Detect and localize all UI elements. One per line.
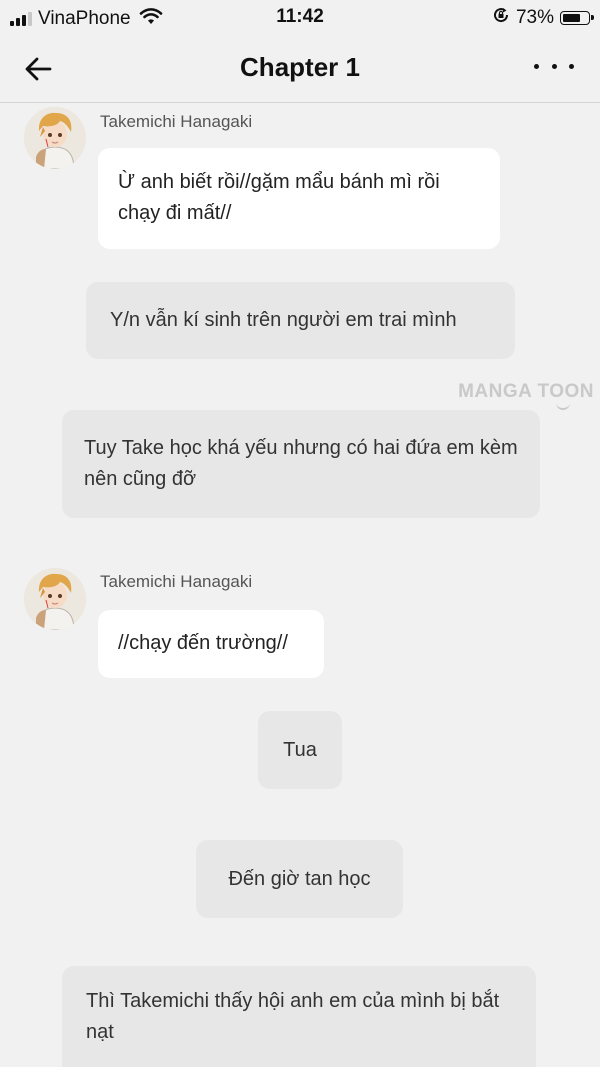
avatar[interactable] bbox=[24, 107, 86, 169]
status-bar: VinaPhone 11:42 73% bbox=[0, 0, 600, 34]
status-right: 73% bbox=[492, 6, 594, 29]
narration-bubble: Y/n vẫn kí sinh trên người em trai mình bbox=[86, 282, 515, 359]
orientation-lock-icon bbox=[492, 6, 510, 29]
sender-name: Takemichi Hanagaki bbox=[100, 572, 253, 591]
narration-bubble: Thì Takemichi thấy hội anh em của mình b… bbox=[62, 966, 536, 1067]
battery-icon bbox=[560, 10, 594, 25]
message-bubble: //chạy đến trường// bbox=[98, 610, 324, 678]
watermark-smile bbox=[556, 402, 570, 410]
avatar[interactable] bbox=[24, 568, 86, 630]
sender-name: Takemichi Hanagaki bbox=[100, 112, 253, 131]
message-bubble: Ừ anh biết rồi//gặm mẩu bánh mì rồi chạy… bbox=[98, 148, 500, 249]
watermark: MANGA TOON bbox=[458, 381, 594, 402]
battery-percent: 73% bbox=[515, 6, 554, 28]
battery-fill bbox=[563, 13, 580, 22]
more-dots-icon[interactable] bbox=[534, 56, 574, 76]
navigation-bar: Chapter 1 bbox=[0, 34, 600, 103]
page-title: Chapter 1 bbox=[240, 52, 360, 82]
narration-bubble: Tua bbox=[258, 711, 342, 789]
narration-bubble: Tuy Take học khá yếu nhưng có hai đứa em… bbox=[62, 410, 540, 518]
narration-bubble: Đến giờ tan học bbox=[196, 840, 403, 918]
